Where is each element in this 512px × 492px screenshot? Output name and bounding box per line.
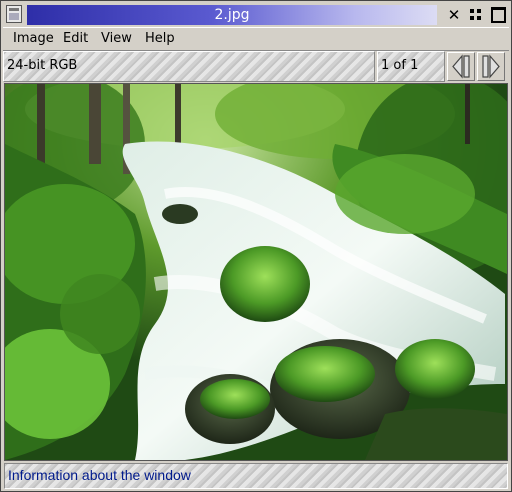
window-title: 2.jpg [214, 7, 250, 23]
iconify-icon[interactable] [467, 6, 485, 24]
status-text: Information about the window [8, 467, 191, 483]
title-bar[interactable]: 2.jpg ✕ [3, 3, 509, 25]
next-page-icon [482, 54, 500, 79]
status-bar: Information about the window [4, 463, 508, 489]
image-format-field: 24-bit RGB [3, 51, 375, 82]
close-icon[interactable]: ✕ [445, 6, 463, 24]
maximize-icon[interactable] [489, 6, 507, 24]
next-page-button[interactable] [477, 52, 505, 81]
prev-page-icon [452, 54, 470, 79]
app-icon[interactable] [6, 5, 22, 23]
page-counter-text: 1 of 1 [381, 58, 419, 73]
image-viewer-window: 2.jpg ✕ Image Edit View Help 24-bit RGB … [0, 0, 512, 492]
menu-help[interactable]: Help [143, 30, 177, 48]
menu-image[interactable]: Image [11, 30, 56, 48]
menu-edit[interactable]: Edit [61, 30, 90, 48]
info-row: 24-bit RGB 1 of 1 [3, 51, 509, 82]
page-counter-field: 1 of 1 [377, 51, 445, 82]
forest-stream-photo [5, 84, 507, 460]
image-format-text: 24-bit RGB [7, 58, 78, 73]
menu-bar: Image Edit View Help [3, 27, 509, 51]
image-viewport[interactable] [4, 83, 508, 461]
menu-view[interactable]: View [99, 30, 134, 48]
previous-page-button[interactable] [447, 52, 475, 81]
